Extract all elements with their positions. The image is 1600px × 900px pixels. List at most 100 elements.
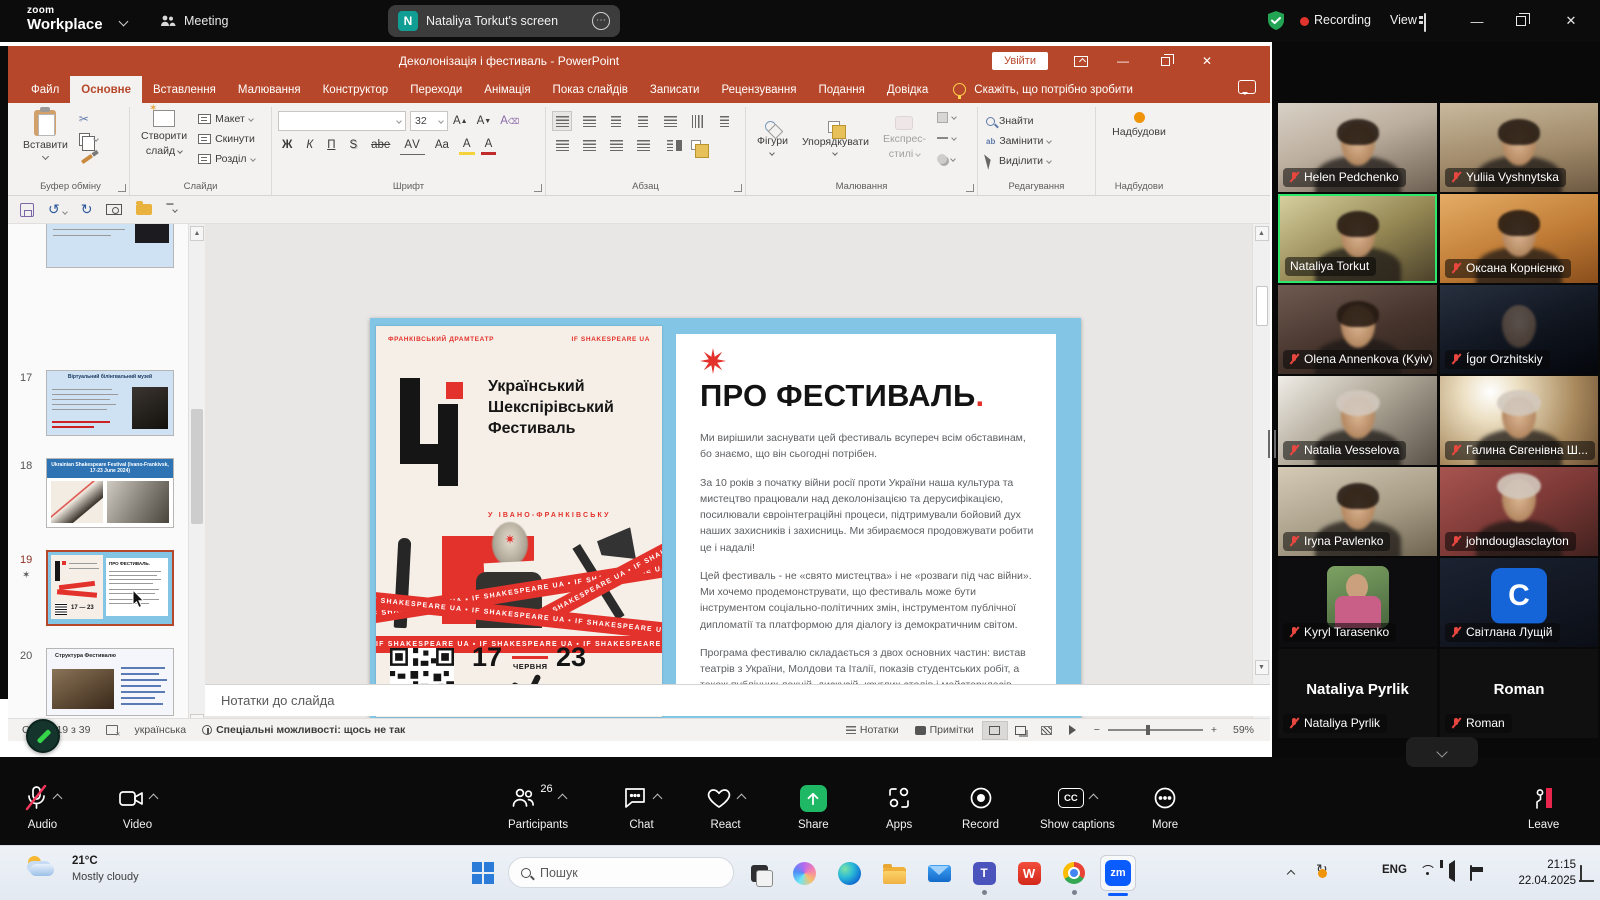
zoom-in-button[interactable]: + <box>1203 719 1225 741</box>
search-box[interactable]: Пошук <box>508 857 734 888</box>
decrease-font-button[interactable]: A▼ <box>473 111 496 131</box>
shape-fill-button[interactable] <box>935 107 958 127</box>
replace-button[interactable]: abЗамінити <box>984 131 1089 151</box>
increase-font-button[interactable]: A▲ <box>449 111 472 131</box>
quick-styles-button[interactable]: Експрес- стилі <box>878 115 931 161</box>
dialog-launcher-icon[interactable] <box>734 184 742 192</box>
scroll-up-arrow[interactable]: ▲ <box>1255 226 1269 241</box>
chat-button[interactable]: Chat <box>622 785 661 831</box>
select-button[interactable]: Виділити <box>984 151 1089 171</box>
addins-button[interactable]: Надбудови <box>1107 111 1171 139</box>
zoom-slider[interactable] <box>1108 729 1203 731</box>
numbering-button[interactable] <box>579 111 599 131</box>
start-button[interactable] <box>470 860 496 886</box>
chevron-up-icon[interactable] <box>737 794 747 804</box>
audio-button[interactable]: Audio <box>24 785 61 831</box>
weather-text[interactable]: 21°C Mostly cloudy <box>72 854 139 884</box>
security-shield-icon[interactable] <box>1265 10 1287 32</box>
paste-button[interactable]: Вставити <box>18 109 73 169</box>
language-indicator[interactable]: ENG <box>1382 864 1407 876</box>
zoom-out-button[interactable]: − <box>1086 719 1108 741</box>
reset-button[interactable]: Скинути <box>196 129 257 149</box>
italic-button[interactable]: К <box>302 135 317 155</box>
character-spacing-button[interactable]: AV <box>400 135 425 155</box>
font-size-combo[interactable]: 32 <box>410 111 448 131</box>
tray-expand-chevron[interactable] <box>1288 866 1294 880</box>
react-button[interactable]: React <box>706 785 745 831</box>
strikethrough-button[interactable]: abe <box>367 135 394 155</box>
line-spacing-button[interactable] <box>660 111 680 131</box>
slide-sorter-view-button[interactable] <box>1008 721 1034 740</box>
chevron-down-icon[interactable] <box>119 17 129 27</box>
dialog-launcher-icon[interactable] <box>118 184 126 192</box>
dialog-launcher-icon[interactable] <box>966 184 974 192</box>
align-text-button[interactable] <box>714 111 734 131</box>
tab-review[interactable]: Рецензування <box>710 76 807 103</box>
share-button[interactable]: Share <box>798 785 829 831</box>
shape-outline-button[interactable] <box>935 128 958 148</box>
record-button[interactable]: Record <box>962 785 999 831</box>
bold-button[interactable]: Ж <box>278 135 296 155</box>
zoom-slider-thumb[interactable] <box>1146 725 1150 735</box>
teams-icon[interactable]: T <box>971 860 997 886</box>
ppt-minimize-button[interactable]: — <box>1102 46 1144 76</box>
tab-record[interactable]: Записати <box>639 76 711 103</box>
align-center-button[interactable] <box>579 135 599 155</box>
tab-options-icon[interactable]: ⋯ <box>592 12 610 30</box>
slide-thumbnail-20[interactable]: Структура Фестивалю <box>46 648 174 716</box>
chevron-up-icon[interactable] <box>557 794 567 804</box>
highlight-color-button[interactable]: A <box>459 135 475 155</box>
reading-view-button[interactable] <box>1034 721 1060 740</box>
proofing-icon[interactable] <box>98 719 126 741</box>
format-painter-button[interactable] <box>77 149 100 169</box>
ribbon-display-options-button[interactable] <box>1060 46 1102 76</box>
minimize-button[interactable]: — <box>1462 8 1492 34</box>
text-direction-button[interactable] <box>687 111 707 131</box>
comments-icon[interactable] <box>1238 80 1256 94</box>
edge-icon[interactable] <box>836 860 862 886</box>
panel-resize-handle[interactable] <box>1268 430 1276 458</box>
shapes-button[interactable]: Фігури <box>752 120 793 155</box>
close-button[interactable]: ✕ <box>1556 8 1586 34</box>
participant-tile[interactable]: Roman Roman <box>1440 649 1598 738</box>
increase-indent-button[interactable] <box>633 111 653 131</box>
columns-button[interactable] <box>660 135 680 155</box>
battery-icon[interactable] <box>1470 866 1472 880</box>
redo-button[interactable]: ↻ <box>81 201 93 218</box>
about-festival-panel[interactable]: ПРО ФЕСТИВАЛЬ. Ми вирішили заснувати цей… <box>676 334 1056 704</box>
sign-in-button[interactable]: Увійти <box>992 52 1048 70</box>
participant-tile[interactable]: Ígor Orzhitskiy <box>1440 285 1598 374</box>
tab-draw[interactable]: Малювання <box>227 76 312 103</box>
smartart-convert-button[interactable] <box>687 135 707 155</box>
notification-bell-icon[interactable] <box>1580 866 1582 880</box>
slide-thumbnail-18[interactable]: Ukrainian Shakespeare Festival (Ivano-Fr… <box>46 458 174 528</box>
decrease-indent-button[interactable] <box>606 111 626 131</box>
slide-thumbnail-16[interactable] <box>46 224 174 268</box>
captions-button[interactable]: CC Show captions <box>1040 785 1115 831</box>
file-explorer-icon[interactable] <box>881 860 907 886</box>
scroll-up-arrow[interactable]: ▲ <box>190 226 204 241</box>
zoom-percentage[interactable]: 59% <box>1225 719 1270 741</box>
wps-office-icon[interactable]: W <box>1016 860 1042 886</box>
festival-poster[interactable]: ФРАНКІВСЬКИЙ ДРАМТЕАТР IF SHAKESPEARE UA… <box>376 326 662 717</box>
tab-home[interactable]: Основне <box>70 76 142 103</box>
view-layout-icon[interactable] <box>1424 13 1426 32</box>
open-file-button[interactable] <box>136 204 152 215</box>
participant-tile[interactable]: Olena Annenkova (Kyiv) <box>1278 285 1437 374</box>
tell-me-box[interactable]: Скажіть, що потрібно зробити <box>972 76 1144 103</box>
notes-toggle-button[interactable]: Нотатки <box>838 719 907 741</box>
start-slideshow-button[interactable] <box>106 204 122 215</box>
participant-tile[interactable]: Галина Євгенівна Ш... <box>1440 376 1598 465</box>
participant-tile[interactable]: johndouglasclayton <box>1440 467 1598 556</box>
tab-file[interactable]: Файл <box>20 76 70 103</box>
chevron-up-icon[interactable] <box>653 794 663 804</box>
ppt-close-button[interactable]: ✕ <box>1186 46 1228 76</box>
font-name-combo[interactable] <box>278 111 406 131</box>
underline-button[interactable]: П <box>323 135 339 155</box>
mail-icon[interactable] <box>926 860 952 886</box>
participant-tile[interactable]: Оксана Корнієнко <box>1440 194 1598 283</box>
change-case-button[interactable]: Aa <box>431 135 453 155</box>
font-color-button[interactable]: A <box>481 135 497 155</box>
participant-tile[interactable]: Helen Pedchenko <box>1278 103 1437 192</box>
ppt-restore-button[interactable] <box>1144 46 1186 76</box>
